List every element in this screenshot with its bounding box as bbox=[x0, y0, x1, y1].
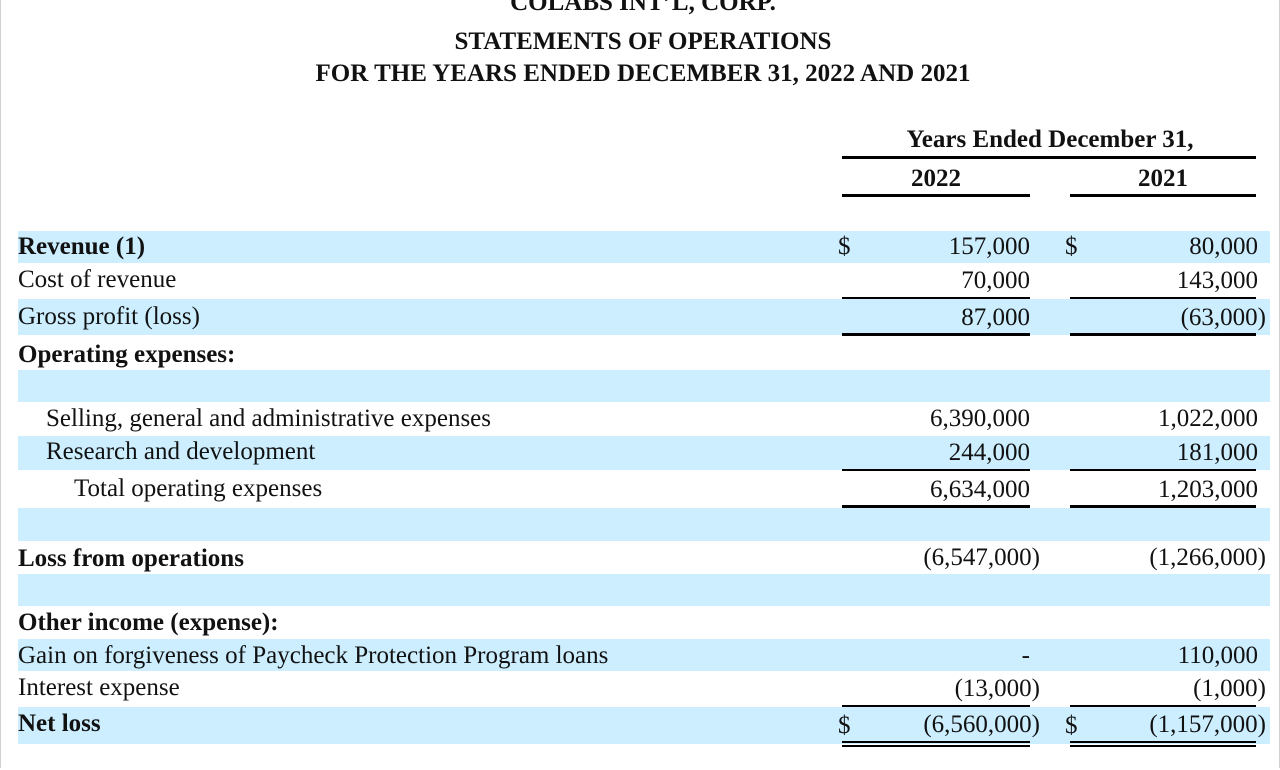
column-group-header: Years Ended December 31, bbox=[906, 126, 1194, 153]
total-rule bbox=[1070, 333, 1256, 336]
other-income-heading: Other income (expense): bbox=[18, 609, 279, 636]
total-rule bbox=[1070, 505, 1256, 508]
total-rule bbox=[842, 505, 1030, 508]
sga-2021: 1,022,000 bbox=[1158, 405, 1258, 432]
rnd-label: Research and development bbox=[46, 438, 316, 465]
total-opex-label: Total operating expenses bbox=[74, 475, 323, 502]
row-band bbox=[18, 370, 1270, 402]
rnd-2021: 181,000 bbox=[1176, 439, 1258, 466]
interest-expense-2022: (13,000) bbox=[954, 675, 1040, 702]
total-opex-2022: 6,634,000 bbox=[930, 476, 1030, 503]
gross-profit-2022: 87,000 bbox=[961, 304, 1030, 331]
column-header-2021: 2021 bbox=[1138, 165, 1188, 192]
ppp-gain-2022: - bbox=[1021, 642, 1030, 669]
operating-expenses-heading: Operating expenses: bbox=[18, 341, 236, 368]
net-loss-2021: (1,157,000) bbox=[1149, 711, 1266, 738]
column-header-2022: 2022 bbox=[911, 165, 961, 192]
subtotal-rule bbox=[1070, 705, 1256, 707]
net-loss-label: Net loss bbox=[18, 710, 101, 737]
year-rule-2022 bbox=[842, 194, 1030, 197]
sga-2022: 6,390,000 bbox=[930, 405, 1030, 432]
sga-label: Selling, general and administrative expe… bbox=[46, 405, 492, 432]
double-rule-top bbox=[842, 741, 1030, 743]
total-rule bbox=[842, 333, 1030, 336]
total-opex-2021: 1,203,000 bbox=[1158, 476, 1258, 503]
subtotal-rule bbox=[842, 297, 1030, 299]
row-band bbox=[18, 574, 1270, 606]
gross-profit-label: Gross profit (loss) bbox=[18, 303, 200, 330]
revenue-2021: 80,000 bbox=[1189, 233, 1258, 260]
interest-expense-label: Interest expense bbox=[18, 674, 180, 701]
interest-expense-2021: (1,000) bbox=[1193, 675, 1266, 702]
subtotal-rule bbox=[842, 705, 1030, 707]
ppp-gain-label: Gain on forgiveness of Paycheck Protecti… bbox=[18, 642, 609, 669]
gross-profit-2021: (63,000) bbox=[1180, 304, 1266, 331]
loss-from-operations-label: Loss from operations bbox=[18, 545, 244, 572]
ppp-gain-2021: 110,000 bbox=[1177, 642, 1258, 669]
cost-of-revenue-2022: 70,000 bbox=[961, 267, 1030, 294]
subtotal-rule bbox=[1070, 297, 1256, 299]
year-rule-2021 bbox=[1070, 194, 1256, 197]
net-loss-2022: (6,560,000) bbox=[923, 711, 1040, 738]
statement-title: STATEMENTS OF OPERATIONS bbox=[454, 28, 832, 55]
cost-of-revenue-2021: 143,000 bbox=[1176, 267, 1258, 294]
header-rule bbox=[842, 156, 1256, 159]
double-rule-bottom bbox=[1070, 745, 1256, 747]
revenue-label: Revenue (1) bbox=[18, 233, 146, 260]
revenue-2022: 157,000 bbox=[948, 233, 1030, 260]
subtotal-rule bbox=[1070, 469, 1256, 471]
subtotal-rule bbox=[842, 469, 1030, 471]
cost-of-revenue-label: Cost of revenue bbox=[18, 266, 177, 293]
company-name: COLABS INT’L, CORP. bbox=[510, 0, 776, 16]
row-band bbox=[18, 508, 1270, 541]
rnd-2022: 244,000 bbox=[948, 439, 1030, 466]
loss-from-operations-2022: (6,547,000) bbox=[923, 544, 1040, 571]
double-rule-top bbox=[1070, 741, 1256, 743]
loss-from-operations-2021: (1,266,000) bbox=[1149, 544, 1266, 571]
double-rule-bottom bbox=[842, 745, 1030, 747]
period-title: FOR THE YEARS ENDED DECEMBER 31, 2022 AN… bbox=[315, 60, 971, 87]
